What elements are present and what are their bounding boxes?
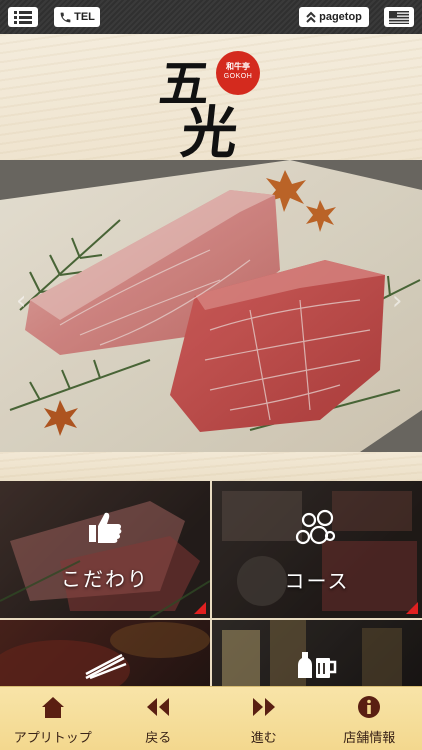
- nav-forward-label: 進む: [250, 731, 277, 746]
- tile-corner-marker: [406, 602, 418, 614]
- bottom-nav: アプリトップ 戻る 進む 店舗情報: [0, 686, 422, 750]
- tile-course-label: コース: [284, 569, 350, 593]
- pagetop-label: pagetop: [319, 11, 362, 23]
- nav-app-top-label: アプリトップ: [13, 731, 92, 746]
- hero-next-arrow[interactable]: ›: [392, 286, 402, 316]
- nav-forward[interactable]: 進む: [211, 687, 317, 750]
- hero-prev-arrow[interactable]: ‹: [16, 286, 26, 316]
- tile-drinks[interactable]: [212, 620, 422, 686]
- drinks-icon: [298, 652, 337, 678]
- tile-kodawari[interactable]: こだわり: [0, 481, 210, 618]
- tile-kodawari-label: こだわり: [61, 567, 149, 591]
- tel-button[interactable]: TEL: [54, 7, 100, 27]
- tile-menu[interactable]: [0, 620, 210, 686]
- logo[interactable]: 五 光: [157, 44, 260, 166]
- double-chevron-up-icon: [306, 11, 316, 23]
- hero-image: [0, 160, 422, 452]
- pagetop-button[interactable]: pagetop: [299, 7, 369, 27]
- nav-store-info[interactable]: 店舗情報: [317, 687, 422, 750]
- top-bar: TEL pagetop: [0, 0, 422, 34]
- home-icon: [41, 697, 64, 718]
- menu-button[interactable]: [8, 7, 38, 27]
- tile-course[interactable]: コース: [212, 481, 422, 618]
- nav-back[interactable]: 戻る: [106, 687, 212, 750]
- language-button[interactable]: [384, 7, 414, 27]
- nav-store-info-label: 店舗情報: [343, 731, 396, 746]
- hero-slider[interactable]: [0, 160, 422, 452]
- logo-kanji-kou: 光: [178, 100, 241, 166]
- flag-icon: [389, 10, 409, 24]
- phone-icon: [60, 12, 71, 22]
- bubbles-icon: [295, 509, 336, 545]
- thumbs-up-icon: [89, 512, 122, 543]
- chopsticks-icon: [85, 654, 127, 680]
- nav-app-top[interactable]: アプリトップ: [0, 687, 106, 750]
- nav-back-label: 戻る: [145, 731, 172, 746]
- info-icon: [358, 696, 381, 718]
- decorative-band: [0, 452, 422, 481]
- tile-corner-marker: [194, 602, 206, 614]
- tel-label: TEL: [74, 11, 95, 23]
- list-icon: [14, 10, 32, 24]
- tile-shade: [0, 481, 210, 618]
- forward-icon: [252, 698, 275, 716]
- back-icon: [147, 698, 170, 716]
